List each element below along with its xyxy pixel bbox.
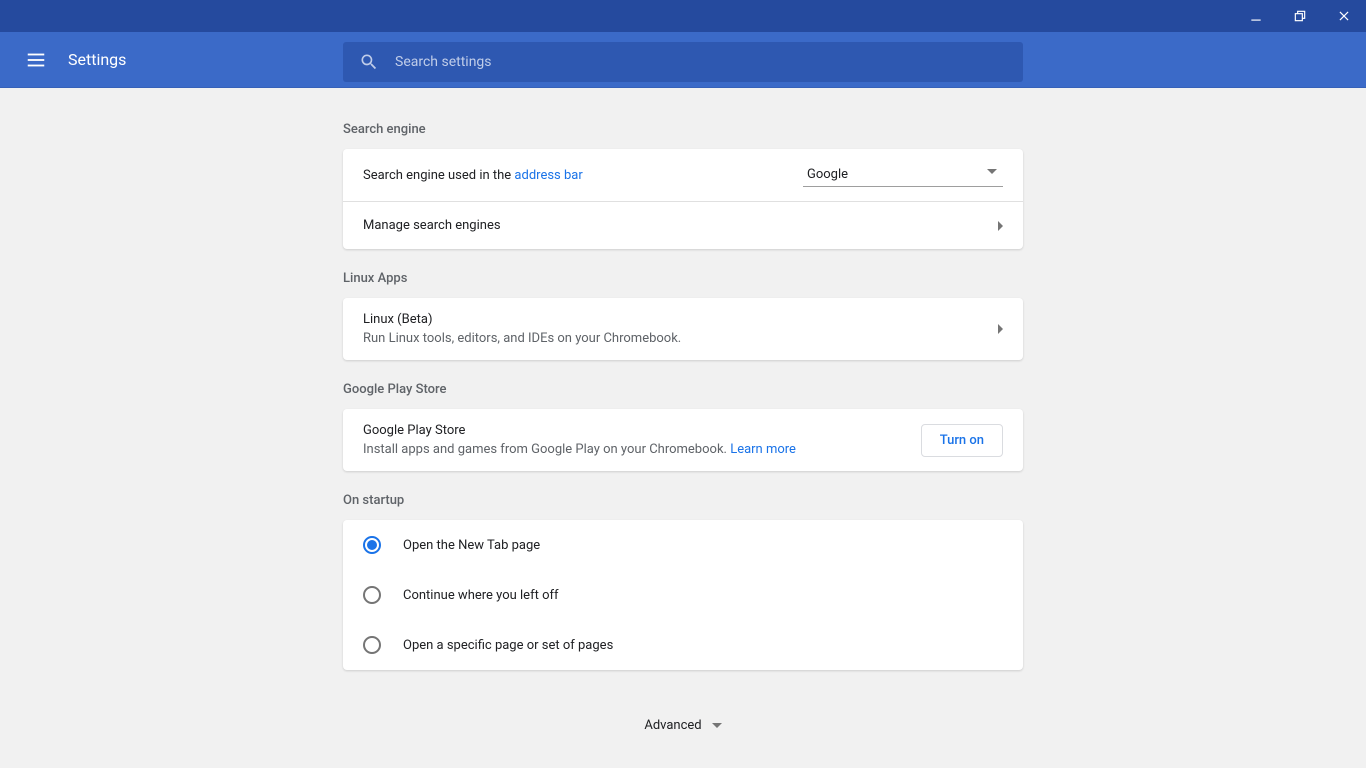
page-title: Settings xyxy=(68,50,126,69)
learn-more-link[interactable]: Learn more xyxy=(730,442,796,457)
hamburger-icon xyxy=(25,49,47,71)
play-store-card: Google Play Store Install apps and games… xyxy=(343,409,1023,471)
play-store-sub: Install apps and games from Google Play … xyxy=(363,442,796,457)
search-engine-row: Search engine used in the address bar Go… xyxy=(343,149,1023,201)
close-icon xyxy=(1337,9,1351,23)
startup-option-specific[interactable]: Open a specific page or set of pages xyxy=(343,620,1023,670)
maximize-button[interactable] xyxy=(1286,2,1314,30)
on-startup-card: Open the New Tab page Continue where you… xyxy=(343,520,1023,670)
section-play-store: Google Play Store Google Play Store Inst… xyxy=(343,382,1023,471)
linux-beta-title: Linux (Beta) xyxy=(363,312,681,327)
address-bar-link[interactable]: address bar xyxy=(514,168,582,183)
section-search-engine: Search engine Search engine used in the … xyxy=(343,122,1023,249)
play-store-title: Google Play Store xyxy=(363,423,796,438)
search-engine-card: Search engine used in the address bar Go… xyxy=(343,149,1023,249)
manage-search-engines-label: Manage search engines xyxy=(363,218,501,233)
linux-apps-card: Linux (Beta) Run Linux tools, editors, a… xyxy=(343,298,1023,360)
chevron-right-icon xyxy=(998,221,1003,231)
section-title: On startup xyxy=(343,493,1023,520)
linux-beta-sub: Run Linux tools, editors, and IDEs on yo… xyxy=(363,331,681,346)
manage-search-engines-row[interactable]: Manage search engines xyxy=(343,201,1023,249)
search-container[interactable] xyxy=(343,42,1023,82)
search-engine-selected: Google xyxy=(803,163,1003,187)
chevron-down-icon xyxy=(712,723,722,728)
advanced-toggle[interactable]: Advanced xyxy=(343,718,1023,733)
play-store-sub-text: Install apps and games from Google Play … xyxy=(363,442,730,457)
radio-button[interactable] xyxy=(363,636,381,654)
turn-on-button[interactable]: Turn on xyxy=(921,424,1003,457)
play-store-text: Google Play Store Install apps and games… xyxy=(363,423,796,457)
radio-label: Open the New Tab page xyxy=(403,538,540,553)
minimize-icon xyxy=(1249,9,1263,23)
startup-option-continue[interactable]: Continue where you left off xyxy=(343,570,1023,620)
search-engine-select[interactable]: Google xyxy=(803,163,1003,187)
close-button[interactable] xyxy=(1330,2,1358,30)
chevron-right-icon xyxy=(998,324,1003,334)
linux-beta-row[interactable]: Linux (Beta) Run Linux tools, editors, a… xyxy=(343,298,1023,360)
search-engine-label: Search engine used in the address bar xyxy=(363,168,583,183)
radio-button[interactable] xyxy=(363,536,381,554)
section-on-startup: On startup Open the New Tab page Continu… xyxy=(343,493,1023,670)
section-title: Search engine xyxy=(343,122,1023,149)
section-title: Google Play Store xyxy=(343,382,1023,409)
window-titlebar xyxy=(0,0,1366,32)
search-input[interactable] xyxy=(395,54,1007,70)
advanced-label: Advanced xyxy=(644,718,701,733)
radio-button[interactable] xyxy=(363,586,381,604)
radio-label: Open a specific page or set of pages xyxy=(403,638,613,653)
menu-button[interactable] xyxy=(24,48,48,72)
linux-beta-text: Linux (Beta) Run Linux tools, editors, a… xyxy=(363,312,681,346)
section-title: Linux Apps xyxy=(343,271,1023,298)
search-icon xyxy=(359,52,379,72)
startup-option-new-tab[interactable]: Open the New Tab page xyxy=(343,520,1023,570)
play-store-row: Google Play Store Install apps and games… xyxy=(343,409,1023,471)
section-linux-apps: Linux Apps Linux (Beta) Run Linux tools,… xyxy=(343,271,1023,360)
maximize-icon xyxy=(1293,9,1307,23)
radio-label: Continue where you left off xyxy=(403,588,559,603)
search-engine-used-text: Search engine used in the xyxy=(363,168,514,183)
minimize-button[interactable] xyxy=(1242,2,1270,30)
settings-content: Search engine Search engine used in the … xyxy=(0,88,1366,768)
